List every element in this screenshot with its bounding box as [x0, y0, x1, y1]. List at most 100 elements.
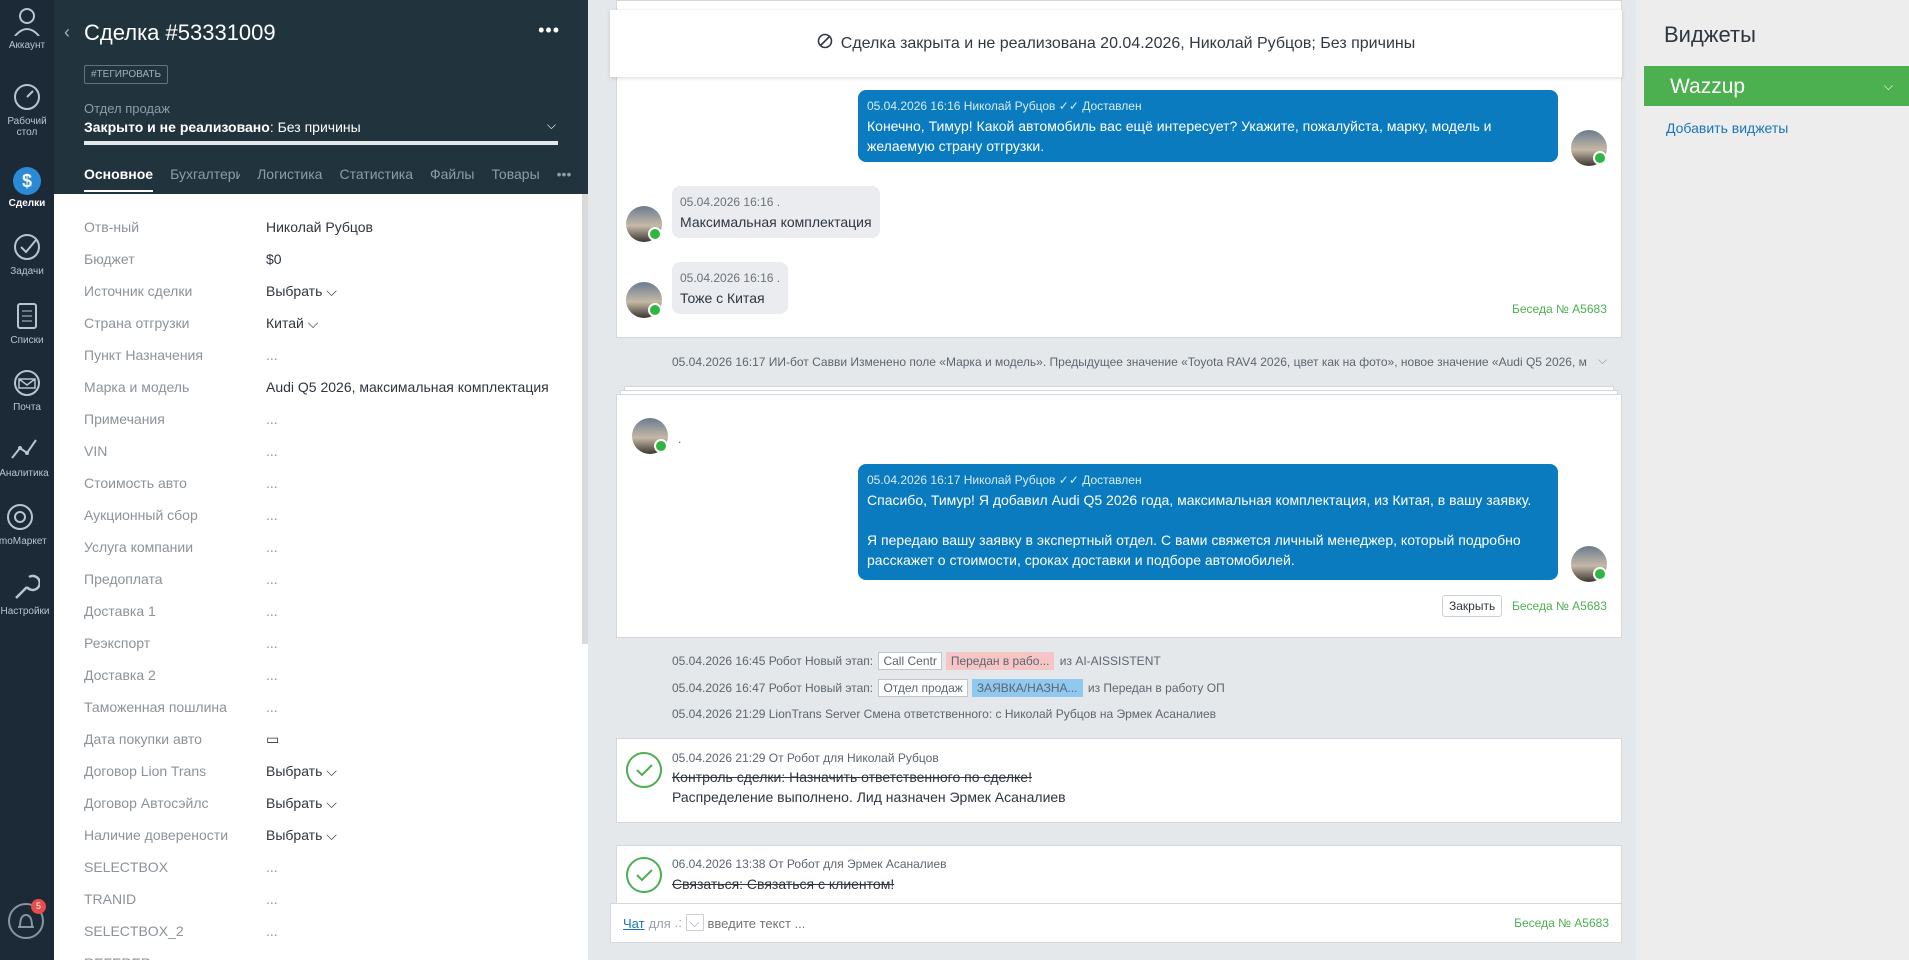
field-row: Предоплата... [84, 563, 574, 595]
conversation-link[interactable]: Беседа № A5683 [1512, 599, 1607, 613]
field-value[interactable]: ... [266, 891, 278, 907]
message-header: 05.04.2026 16:16 . [680, 195, 781, 209]
nav-mail[interactable]: Почта [0, 368, 54, 413]
whatsapp-icon [1593, 567, 1607, 581]
field-value[interactable]: ... [266, 443, 278, 459]
field-label: Доставка 2 [84, 667, 156, 683]
chart-line-icon [9, 434, 39, 464]
field-value[interactable]: Выбрать ⌵ [266, 827, 337, 844]
lead-tabs: Основное Бухгалтерия Логистика Статистика Фа… [84, 166, 578, 192]
field-value[interactable]: $0 [266, 251, 282, 267]
field-row: Источник сделки Выбрать ⌵ [84, 275, 574, 307]
field-row: Бюджет $0 [84, 243, 574, 275]
chat-type-link[interactable]: Чат [623, 916, 645, 931]
nav-account-label: Аккаунт [8, 40, 46, 51]
tab-products[interactable]: Товары [491, 166, 539, 190]
nav-settings[interactable]: Настройки [0, 572, 54, 617]
chevron-down-icon[interactable]: ⌵ [1884, 79, 1893, 94]
tab-statistics[interactable]: Статистика [339, 166, 413, 190]
field-value[interactable]: ... [266, 699, 278, 715]
tab-files[interactable]: Файлы [430, 166, 474, 190]
nav-deals[interactable]: $ Сделки [0, 164, 54, 209]
nav-market[interactable]: amoМаркет [0, 502, 54, 547]
field-label: SELECTBOX_2 [84, 923, 184, 939]
conversation-link[interactable]: Беседа № A5683 [1512, 302, 1607, 316]
close-conversation-button[interactable]: Закрыть [1442, 595, 1503, 617]
lead-card: ‹ Сделка #53331009 ••• #ТЕГИРОВАТЬ Отдел… [54, 0, 588, 960]
tab-logistics[interactable]: Логистика [257, 166, 322, 190]
field-value[interactable]: ... [266, 411, 278, 427]
stage-chip: ЗАЯВКА/НАЗНА... [971, 679, 1083, 697]
chevron-down-icon[interactable]: ⌵ [547, 118, 556, 133]
field-label: Таможенная пошлина [84, 699, 227, 715]
field-value[interactable]: ... [266, 955, 278, 960]
nav-dashboard[interactable]: Рабочий стол [4, 82, 50, 138]
responsible-change-event: 05.04.2026 21:29 LionTrans Server Смена … [672, 707, 1217, 721]
tab-main[interactable]: Основное [84, 166, 154, 192]
dollar-icon: $ [12, 164, 42, 195]
outgoing-message: 05.04.2026 16:17 Николай Рубцов ✓✓ Доста… [858, 464, 1558, 580]
task-done-check-icon[interactable] [626, 752, 662, 788]
field-value[interactable]: Выбрать ⌵ [266, 283, 337, 300]
field-value[interactable]: Выбрать ⌵ [266, 795, 337, 812]
pipeline-status-select[interactable]: Закрыто и не реализовано: Без причины [84, 119, 361, 135]
field-value[interactable]: ... [266, 539, 278, 555]
tabs-more-icon[interactable]: ••• [557, 166, 572, 190]
field-value[interactable]: Audi Q5 2026, максимальная комплектация [266, 379, 549, 395]
field-row: Услуга компании... [84, 531, 574, 563]
field-value[interactable]: ▭ [266, 731, 279, 748]
chat-message-input[interactable] [707, 915, 1348, 931]
wazzup-label: Wazzup [1670, 75, 1746, 98]
chat-for-label: для [648, 915, 671, 931]
nav-lists[interactable]: Списки [0, 301, 54, 346]
lead-title[interactable]: Сделка #53331009 [84, 20, 276, 46]
nav-settings-label: Настройки [0, 606, 50, 617]
field-value[interactable]: Николай Рубцов [266, 219, 373, 235]
conversation-link[interactable]: Беседа № A5683 [1514, 916, 1609, 930]
field-value[interactable]: ... [266, 923, 278, 939]
field-value[interactable]: ... [266, 635, 278, 651]
field-value[interactable]: ... [266, 603, 278, 619]
message-text: Тоже с Китая [680, 290, 765, 306]
field-label: Дата покупки авто [84, 731, 202, 747]
field-value[interactable]: ... [266, 507, 278, 523]
field-value[interactable]: Выбрать ⌵ [266, 763, 337, 780]
field-value[interactable]: Китай ⌵ [266, 315, 318, 332]
mail-icon [12, 368, 42, 398]
recipient-select[interactable]: .: ⌵ [675, 914, 704, 931]
field-row: Договор Lion Trans Выбрать ⌵ [84, 755, 574, 787]
field-change-event: 05.04.2026 16:17 ИИ-бот Савви Изменено п… [672, 355, 1587, 369]
whatsapp-icon [1593, 151, 1607, 165]
nav-analytics[interactable]: Аналитика [0, 434, 54, 479]
back-chevron-icon[interactable]: ‹ [64, 22, 70, 43]
wazzup-widget[interactable]: Wazzup ⌵ [1644, 66, 1909, 106]
tag-button[interactable]: #ТЕГИРОВАТЬ [84, 65, 169, 84]
field-value[interactable]: ... [266, 859, 278, 875]
feed: 05.04.2026 16:16 Николай Рубцов ✓✓ Доста… [588, 0, 1636, 960]
field-row: Марка и модель Audi Q5 2026, максимальная… [84, 371, 574, 403]
notifications-bell-icon[interactable]: 5 [8, 899, 46, 939]
expand-chevron-icon[interactable]: ⌵ [1598, 353, 1607, 368]
field-value[interactable]: ... [266, 475, 278, 491]
field-row: Примечания... [84, 403, 574, 435]
field-label: Наличие доверености [84, 827, 229, 843]
add-widgets-link[interactable]: Добавить виджеты [1666, 120, 1788, 136]
field-label: Аукционный сбор [84, 507, 198, 523]
field-value[interactable]: ... [266, 347, 278, 363]
field-row: Доставка 1... [84, 595, 574, 627]
nav-tasks-label: Задачи [10, 266, 44, 277]
task-result: Распределение выполнено. Лид назначен Эр… [672, 789, 1066, 805]
nav-tasks[interactable]: Задачи [0, 232, 54, 277]
task-done-check-icon[interactable] [626, 857, 662, 893]
field-row: Страна отгрузки Китай ⌵ [84, 307, 574, 339]
field-value[interactable]: ... [266, 571, 278, 587]
lead-fields: Отв-ный Николай Рубцов Бюджет $0 Источник сд… [84, 211, 574, 960]
chat-composer: Чат для .: ⌵ Беседа № A5683 [610, 903, 1622, 943]
nav-account[interactable]: Аккаунт [0, 6, 54, 51]
event-text: из Передан в работу ОП [1087, 681, 1225, 695]
tab-accounting[interactable]: Бухгалтерия [170, 166, 240, 190]
field-value[interactable]: ... [266, 667, 278, 683]
more-options-icon[interactable]: ••• [538, 20, 560, 41]
widgets-title: Виджеты [1664, 22, 1756, 47]
nav-lists-label: Списки [10, 335, 44, 346]
